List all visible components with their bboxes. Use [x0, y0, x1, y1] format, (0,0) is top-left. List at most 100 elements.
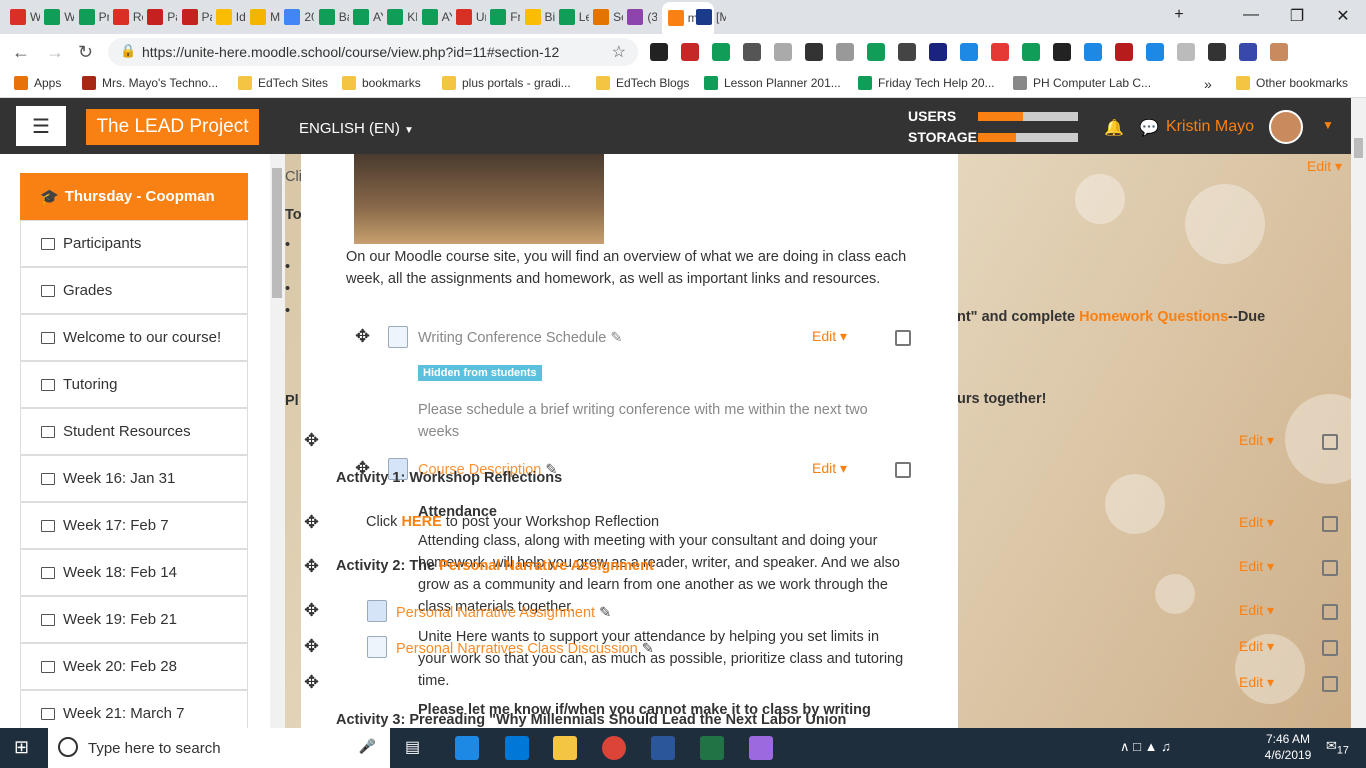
- pencil-icon[interactable]: ✎: [610, 330, 622, 346]
- windows-start-icon[interactable]: ⊞: [14, 737, 29, 758]
- ie-icon[interactable]: [455, 736, 479, 760]
- extension-icon[interactable]: [1239, 43, 1257, 61]
- action-center-icon[interactable]: ✉17: [1326, 738, 1349, 757]
- extension-icon[interactable]: [1084, 43, 1102, 61]
- extension-icon[interactable]: [1053, 43, 1071, 61]
- taskbar-search-box[interactable]: Type here to search 🎤: [48, 728, 390, 768]
- browser-tab[interactable]: Ba: [318, 6, 349, 28]
- extension-icon[interactable]: [898, 43, 916, 61]
- browser-tab[interactable]: [M: [696, 6, 726, 28]
- bookmark-item[interactable]: EdTech Sites: [238, 76, 328, 90]
- edit-menu[interactable]: Edit ▾: [1239, 514, 1274, 531]
- bookmark-item[interactable]: Friday Tech Help 20...: [858, 76, 995, 90]
- close-window-button[interactable]: ✕: [1320, 6, 1366, 26]
- task-view-icon[interactable]: ▤: [405, 737, 420, 757]
- bookmark-item[interactable]: Lesson Planner 201...: [704, 76, 841, 90]
- pencil-icon[interactable]: ✎: [599, 605, 611, 621]
- bookmark-item[interactable]: bookmarks: [342, 76, 421, 90]
- pn-discussion-link[interactable]: Personal Narratives Class Discussion ✎: [396, 638, 654, 660]
- chrome-icon[interactable]: [602, 736, 626, 760]
- maximize-button[interactable]: ❐: [1274, 6, 1320, 26]
- completion-checkbox[interactable]: [1322, 676, 1338, 692]
- browser-tab[interactable]: Fri: [490, 6, 520, 28]
- completion-checkbox[interactable]: [1322, 604, 1338, 620]
- extension-icon[interactable]: [960, 43, 978, 61]
- extension-icon[interactable]: [1270, 43, 1288, 61]
- completion-checkbox[interactable]: [1322, 640, 1338, 656]
- new-tab-button[interactable]: +: [1156, 6, 1202, 24]
- bookmark-star-icon[interactable]: ☆: [612, 42, 626, 62]
- sidebar-item[interactable]: Week 18: Feb 14: [20, 549, 248, 596]
- extension-icon[interactable]: [743, 43, 761, 61]
- bookmark-item[interactable]: Mrs. Mayo's Techno...: [82, 76, 218, 90]
- move-icon[interactable]: ✥: [304, 672, 319, 693]
- extension-icon[interactable]: [774, 43, 792, 61]
- site-brand[interactable]: The LEAD Project: [86, 109, 259, 145]
- browser-tab[interactable]: Sc: [593, 6, 623, 28]
- homework-questions-link[interactable]: Homework Questions: [1079, 309, 1228, 325]
- browser-tab[interactable]: Un: [455, 6, 486, 28]
- sidebar-item[interactable]: Grades: [20, 267, 248, 314]
- edit-menu[interactable]: Edit ▾: [1239, 602, 1274, 619]
- edit-menu[interactable]: Edit ▾: [1239, 638, 1274, 655]
- back-icon[interactable]: ←: [12, 42, 30, 63]
- forward-icon[interactable]: →: [46, 42, 64, 63]
- bookmark-item[interactable]: Apps: [14, 76, 61, 90]
- user-menu-caret-icon[interactable]: ▼: [1322, 118, 1334, 132]
- sidebar-item[interactable]: Student Resources: [20, 408, 248, 455]
- browser-tab[interactable]: (30: [627, 6, 657, 28]
- sidebar-scrollbar[interactable]: [270, 154, 285, 728]
- reload-icon[interactable]: ↻: [78, 42, 93, 63]
- avatar[interactable]: [1269, 110, 1303, 144]
- extension-icon[interactable]: [1022, 43, 1040, 61]
- extension-icon[interactable]: [805, 43, 823, 61]
- sidebar-item[interactable]: Week 20: Feb 28: [20, 643, 248, 690]
- browser-tab[interactable]: 20: [284, 6, 314, 28]
- system-clock[interactable]: 7:46 AM 4/6/2019: [1258, 731, 1318, 763]
- extension-icon[interactable]: [712, 43, 730, 61]
- pna-file-link[interactable]: Personal Narrative Assignment ✎: [396, 602, 611, 624]
- sidebar-item[interactable]: Week 17: Feb 7: [20, 502, 248, 549]
- notifications-bell-icon[interactable]: 🔔: [1104, 118, 1124, 138]
- minimize-button[interactable]: —: [1228, 6, 1274, 24]
- browser-tab[interactable]: KN: [387, 6, 417, 28]
- move-icon[interactable]: ✥: [304, 600, 319, 621]
- sidebar-scroll-thumb[interactable]: [272, 168, 282, 298]
- browser-tab[interactable]: Le: [558, 6, 589, 28]
- browser-tab[interactable]: Wi: [10, 6, 40, 28]
- browser-tab[interactable]: Ma: [250, 6, 280, 28]
- excel-icon[interactable]: [700, 736, 724, 760]
- workshop-reflection-link[interactable]: HERE: [401, 514, 441, 530]
- completion-checkbox[interactable]: [895, 330, 911, 346]
- more-bookmarks-button[interactable]: »: [1204, 76, 1212, 92]
- browser-tab[interactable]: Re: [112, 6, 143, 28]
- microphone-icon[interactable]: 🎤: [359, 738, 376, 755]
- user-name[interactable]: Kristin Mayo: [1166, 118, 1254, 136]
- bookmark-item[interactable]: PH Computer Lab C...: [1013, 76, 1151, 90]
- personal-narrative-link[interactable]: Personal Narrative Assignment: [439, 558, 654, 574]
- move-icon[interactable]: ✥: [355, 326, 370, 347]
- move-icon[interactable]: ✥: [304, 636, 319, 657]
- browser-tab[interactable]: Pa: [147, 6, 177, 28]
- extension-icon[interactable]: [1208, 43, 1226, 61]
- sidebar-current-course[interactable]: 🎓 Thursday - Coopman: [20, 173, 248, 220]
- tray-icons[interactable]: ∧ □ ▲ ♫: [1120, 739, 1171, 755]
- edit-menu[interactable]: Edit ▾: [812, 460, 847, 477]
- extension-icon[interactable]: [1115, 43, 1133, 61]
- browser-tab[interactable]: Idi: [215, 6, 246, 28]
- browser-tab[interactable]: AY: [353, 6, 383, 28]
- edit-menu[interactable]: Edit ▾: [1239, 432, 1274, 449]
- edge-icon[interactable]: [505, 736, 529, 760]
- browser-tab[interactable]: AY: [421, 6, 452, 28]
- other-bookmarks[interactable]: Other bookmarks: [1236, 76, 1348, 90]
- extension-icon[interactable]: [650, 43, 668, 61]
- extension-icon[interactable]: [836, 43, 854, 61]
- extension-icon[interactable]: [991, 43, 1009, 61]
- move-icon[interactable]: ✥: [304, 556, 319, 577]
- extension-icon[interactable]: [1177, 43, 1195, 61]
- page-scrollbar[interactable]: [1351, 98, 1366, 728]
- edit-menu[interactable]: Edit ▾: [1239, 674, 1274, 691]
- sidebar-item[interactable]: Welcome to our course!: [20, 314, 248, 361]
- paint-icon[interactable]: [749, 736, 773, 760]
- messages-icon[interactable]: 💬: [1139, 118, 1159, 138]
